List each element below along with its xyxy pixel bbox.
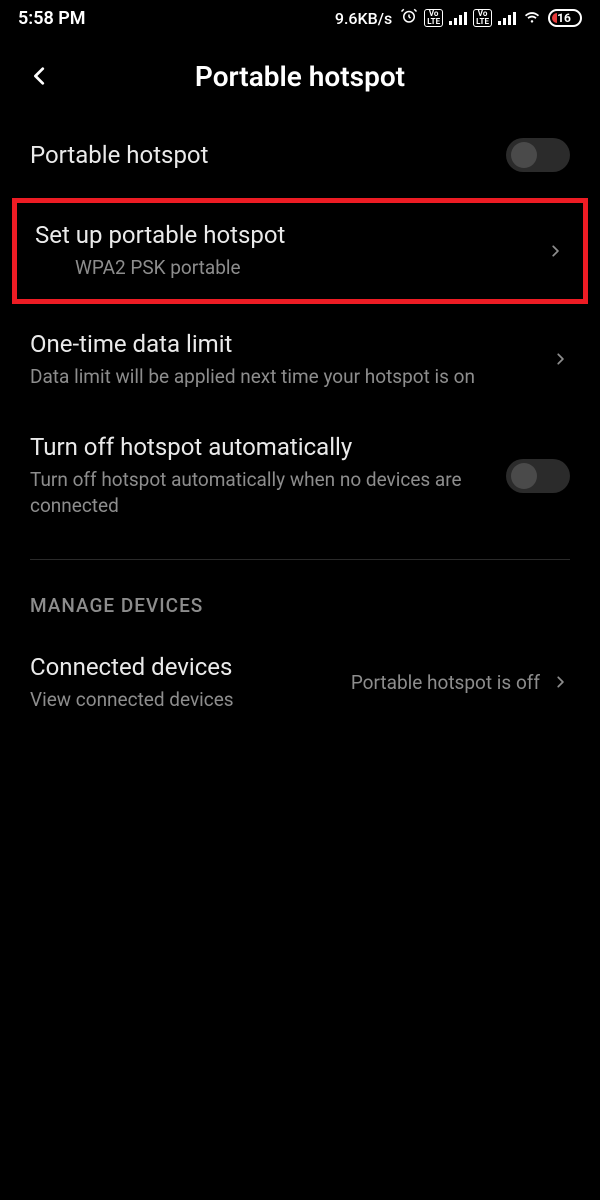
- volte-badge-2: VoLTE: [473, 9, 492, 27]
- app-header: Portable hotspot: [0, 36, 600, 116]
- status-bar: 5:58 PM 9.6KB/s VoLTE VoLTE 16: [0, 0, 600, 36]
- status-time: 5:58 PM: [18, 8, 86, 29]
- wifi-icon: [522, 6, 542, 30]
- chevron-right-icon: [550, 348, 570, 370]
- hotspot-toggle[interactable]: [506, 138, 570, 172]
- volte-badge-1: VoLTE: [424, 9, 443, 27]
- highlight-box: Set up portable hotspot WPA2 PSK portabl…: [12, 198, 588, 304]
- data-limit-title: One-time data limit: [30, 330, 550, 358]
- battery-indicator: 16: [548, 9, 582, 27]
- connected-devices-row[interactable]: Connected devices View connected devices…: [0, 631, 600, 735]
- setup-hotspot-sub: WPA2 PSK portable: [35, 255, 545, 281]
- hotspot-toggle-row[interactable]: Portable hotspot: [0, 116, 600, 194]
- chevron-right-icon: [545, 240, 565, 262]
- auto-off-row[interactable]: Turn off hotspot automatically Turn off …: [0, 411, 600, 540]
- connected-devices-sub: View connected devices: [30, 687, 351, 713]
- setup-hotspot-row[interactable]: Set up portable hotspot WPA2 PSK portabl…: [17, 203, 583, 299]
- net-speed: 9.6KB/s: [335, 9, 392, 28]
- data-limit-row[interactable]: One-time data limit Data limit will be a…: [0, 308, 600, 412]
- chevron-right-icon: [550, 671, 570, 693]
- toggle-knob: [511, 463, 537, 489]
- alarm-icon: [400, 7, 418, 29]
- toggle-knob: [511, 142, 537, 168]
- page-title: Portable hotspot: [20, 60, 580, 93]
- section-manage-devices: MANAGE DEVICES: [0, 560, 600, 631]
- signal-bars-2: [498, 11, 516, 25]
- data-limit-sub: Data limit will be applied next time you…: [30, 364, 550, 390]
- auto-off-title: Turn off hotspot automatically: [30, 433, 506, 461]
- auto-off-sub: Turn off hotspot automatically when no d…: [30, 467, 506, 518]
- status-indicators: 9.6KB/s VoLTE VoLTE 16: [335, 6, 582, 30]
- connected-devices-title: Connected devices: [30, 653, 351, 681]
- auto-off-toggle[interactable]: [506, 459, 570, 493]
- setup-hotspot-title: Set up portable hotspot: [35, 221, 545, 249]
- signal-bars-1: [449, 11, 467, 25]
- connected-devices-status: Portable hotspot is off: [351, 670, 540, 696]
- hotspot-toggle-label: Portable hotspot: [30, 141, 506, 169]
